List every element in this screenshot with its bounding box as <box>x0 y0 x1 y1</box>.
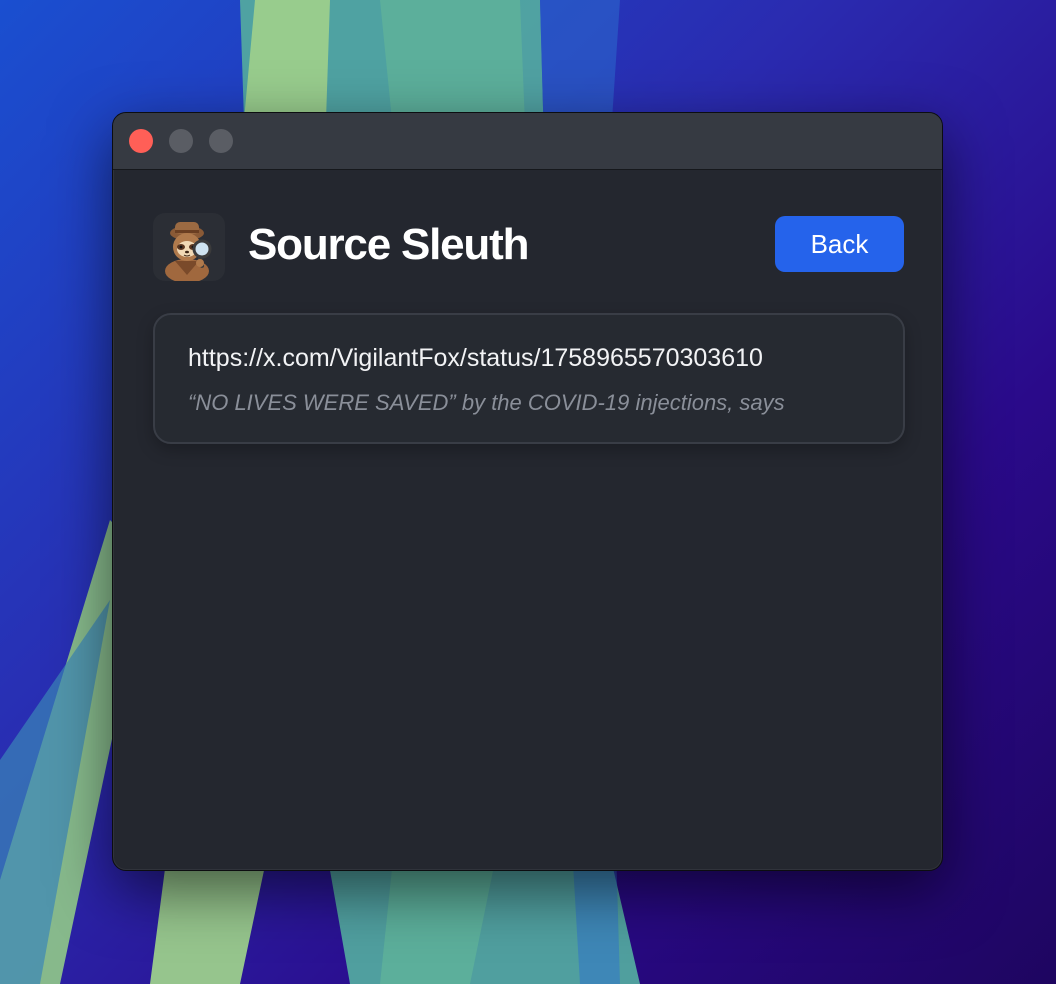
source-url: https://x.com/VigilantFox/status/1758965… <box>188 344 763 372</box>
minimize-window-button[interactable] <box>169 129 193 153</box>
app-window: Source Sleuth Back https://x.com/Vigilan… <box>112 112 943 871</box>
source-snippet: “NO LIVES WERE SAVED” by the COVID-19 in… <box>188 390 785 415</box>
zoom-window-button[interactable] <box>209 129 233 153</box>
close-window-button[interactable] <box>129 129 153 153</box>
sloth-detective-icon <box>153 213 225 283</box>
window-titlebar[interactable] <box>113 113 942 170</box>
app-title: Source Sleuth <box>248 220 529 269</box>
source-list-item[interactable]: https://x.com/VigilantFox/status/1758965… <box>153 313 905 444</box>
back-button[interactable]: Back <box>775 216 904 272</box>
